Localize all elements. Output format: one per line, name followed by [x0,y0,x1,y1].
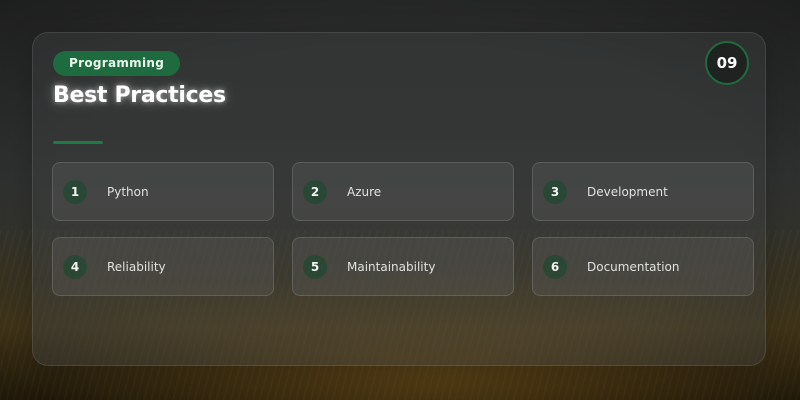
practice-item-azure[interactable]: 2 Azure [292,162,514,221]
slide-card: Programming Best Practices 09 1 Python 2… [32,32,766,366]
practice-item-maintainability[interactable]: 5 Maintainability [292,237,514,296]
item-label: Development [587,184,668,199]
page-number-badge: 09 [705,41,749,85]
item-number: 4 [63,254,87,279]
item-number: 2 [303,179,327,204]
title-accent-line [53,141,103,144]
item-label: Azure [347,184,382,199]
slide-title: Best Practices [53,83,226,108]
practice-item-development[interactable]: 3 Development [532,162,754,221]
item-label: Documentation [587,259,680,274]
item-number: 3 [543,179,567,204]
item-label: Maintainability [347,259,436,274]
practice-item-python[interactable]: 1 Python [52,162,274,221]
item-number: 1 [63,179,87,204]
practice-item-documentation[interactable]: 6 Documentation [532,237,754,296]
practice-item-reliability[interactable]: 4 Reliability [52,237,274,296]
item-label: Reliability [107,259,166,274]
category-tag: Programming [53,51,181,76]
item-number: 6 [543,254,567,279]
item-number: 5 [303,254,327,279]
item-label: Python [107,184,149,199]
practices-grid: 1 Python 2 Azure 3 Development 4 Reliabi… [52,162,754,296]
